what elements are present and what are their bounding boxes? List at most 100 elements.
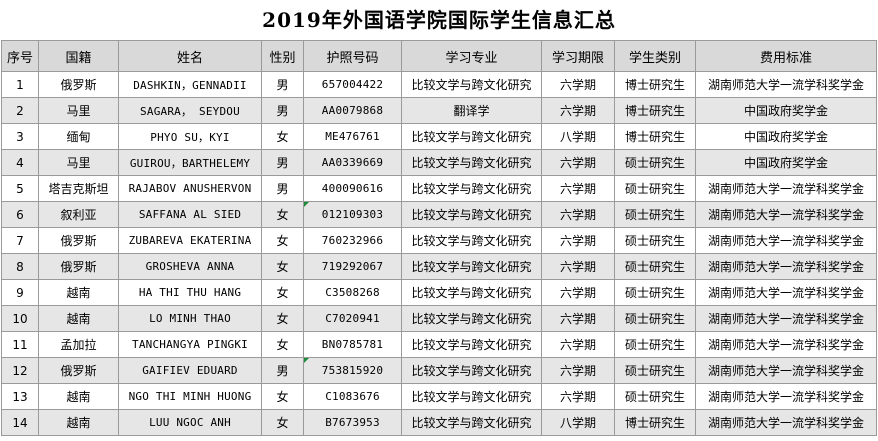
cell-major[interactable]: 比较文学与跨文化研究 <box>401 409 542 436</box>
cell-nationality[interactable]: 马里 <box>38 97 119 124</box>
cell-no[interactable]: 1 <box>1 71 39 98</box>
cell-fee[interactable]: 中国政府奖学金 <box>695 149 877 176</box>
cell-no[interactable]: 14 <box>1 409 39 436</box>
cell-fee[interactable]: 湖南师范大学一流学科奖学金 <box>695 305 877 332</box>
cell-passport[interactable]: 657004422 <box>303 71 402 98</box>
cell-passport[interactable]: B7673953 <box>303 409 402 436</box>
cell-term[interactable]: 六学期 <box>541 149 615 176</box>
cell-name[interactable]: LUU NGOC ANH <box>118 409 262 436</box>
cell-sex[interactable]: 女 <box>261 383 304 410</box>
cell-passport[interactable]: C1083676 <box>303 383 402 410</box>
cell-sex[interactable]: 女 <box>261 253 304 280</box>
header-no[interactable]: 序号 <box>1 40 39 72</box>
cell-student-type[interactable]: 硕士研究生 <box>614 253 696 280</box>
cell-student-type[interactable]: 硕士研究生 <box>614 279 696 306</box>
cell-no[interactable]: 12 <box>1 357 39 384</box>
cell-nationality[interactable]: 越南 <box>38 383 119 410</box>
cell-no[interactable]: 13 <box>1 383 39 410</box>
cell-fee[interactable]: 湖南师范大学一流学科奖学金 <box>695 201 877 228</box>
cell-student-type[interactable]: 硕士研究生 <box>614 383 696 410</box>
cell-nationality[interactable]: 缅甸 <box>38 123 119 150</box>
cell-term[interactable]: 六学期 <box>541 279 615 306</box>
cell-nationality[interactable]: 越南 <box>38 305 119 332</box>
cell-nationality[interactable]: 越南 <box>38 279 119 306</box>
cell-name[interactable]: GROSHEVA ANNA <box>118 253 262 280</box>
cell-no[interactable]: 8 <box>1 253 39 280</box>
cell-fee[interactable]: 湖南师范大学一流学科奖学金 <box>695 71 877 98</box>
cell-fee[interactable]: 湖南师范大学一流学科奖学金 <box>695 409 877 436</box>
cell-student-type[interactable]: 硕士研究生 <box>614 227 696 254</box>
cell-no[interactable]: 7 <box>1 227 39 254</box>
cell-nationality[interactable]: 俄罗斯 <box>38 357 119 384</box>
cell-name[interactable]: SAGARA， SEYDOU <box>118 97 262 124</box>
cell-name[interactable]: NGO THI MINH HUONG <box>118 383 262 410</box>
cell-no[interactable]: 5 <box>1 175 39 202</box>
cell-fee[interactable]: 湖南师范大学一流学科奖学金 <box>695 227 877 254</box>
cell-passport[interactable]: AA0339669 <box>303 149 402 176</box>
cell-name[interactable]: GAIFIEV EDUARD <box>118 357 262 384</box>
cell-name[interactable]: GUIROU，BARTHELEMY <box>118 149 262 176</box>
header-passport[interactable]: 护照号码 <box>303 40 402 72</box>
cell-sex[interactable]: 女 <box>261 331 304 358</box>
cell-student-type[interactable]: 硕士研究生 <box>614 305 696 332</box>
cell-term[interactable]: 六学期 <box>541 71 615 98</box>
cell-nationality[interactable]: 马里 <box>38 149 119 176</box>
header-fee[interactable]: 费用标准 <box>695 40 877 72</box>
cell-fee[interactable]: 湖南师范大学一流学科奖学金 <box>695 175 877 202</box>
cell-passport[interactable]: ME476761 <box>303 123 402 150</box>
cell-name[interactable]: TANCHANGYA PINGKI <box>118 331 262 358</box>
cell-term[interactable]: 八学期 <box>541 409 615 436</box>
cell-student-type[interactable]: 硕士研究生 <box>614 357 696 384</box>
cell-major[interactable]: 比较文学与跨文化研究 <box>401 123 542 150</box>
cell-name[interactable]: SAFFANA AL SIED <box>118 201 262 228</box>
cell-student-type[interactable]: 博士研究生 <box>614 123 696 150</box>
cell-fee[interactable]: 中国政府奖学金 <box>695 97 877 124</box>
cell-term[interactable]: 六学期 <box>541 97 615 124</box>
cell-no[interactable]: 3 <box>1 123 39 150</box>
cell-term[interactable]: 八学期 <box>541 123 615 150</box>
cell-sex[interactable]: 男 <box>261 357 304 384</box>
cell-major[interactable]: 比较文学与跨文化研究 <box>401 331 542 358</box>
cell-passport[interactable]: C7020941 <box>303 305 402 332</box>
cell-nationality[interactable]: 孟加拉 <box>38 331 119 358</box>
cell-fee[interactable]: 湖南师范大学一流学科奖学金 <box>695 279 877 306</box>
cell-passport[interactable]: BN0785781 <box>303 331 402 358</box>
cell-student-type[interactable]: 硕士研究生 <box>614 175 696 202</box>
cell-name[interactable]: LO MINH THAO <box>118 305 262 332</box>
cell-student-type[interactable]: 博士研究生 <box>614 409 696 436</box>
cell-sex[interactable]: 女 <box>261 201 304 228</box>
cell-name[interactable]: PHYO SU，KYI <box>118 123 262 150</box>
cell-student-type[interactable]: 硕士研究生 <box>614 201 696 228</box>
cell-passport[interactable]: 400090616 <box>303 175 402 202</box>
cell-nationality[interactable]: 叙利亚 <box>38 201 119 228</box>
cell-major[interactable]: 比较文学与跨文化研究 <box>401 71 542 98</box>
cell-passport[interactable]: 012109303 <box>303 201 402 228</box>
cell-fee[interactable]: 湖南师范大学一流学科奖学金 <box>695 331 877 358</box>
cell-fee[interactable]: 湖南师范大学一流学科奖学金 <box>695 357 877 384</box>
cell-term[interactable]: 六学期 <box>541 227 615 254</box>
cell-sex[interactable]: 男 <box>261 149 304 176</box>
cell-name[interactable]: RAJABOV ANUSHERVON <box>118 175 262 202</box>
header-name[interactable]: 姓名 <box>118 40 262 72</box>
cell-term[interactable]: 六学期 <box>541 331 615 358</box>
header-sex[interactable]: 性别 <box>261 40 304 72</box>
cell-term[interactable]: 六学期 <box>541 175 615 202</box>
cell-no[interactable]: 2 <box>1 97 39 124</box>
cell-sex[interactable]: 女 <box>261 123 304 150</box>
cell-no[interactable]: 10 <box>1 305 39 332</box>
cell-term[interactable]: 六学期 <box>541 357 615 384</box>
cell-nationality[interactable]: 俄罗斯 <box>38 227 119 254</box>
cell-term[interactable]: 六学期 <box>541 383 615 410</box>
cell-sex[interactable]: 女 <box>261 305 304 332</box>
cell-term[interactable]: 六学期 <box>541 253 615 280</box>
cell-no[interactable]: 11 <box>1 331 39 358</box>
cell-sex[interactable]: 男 <box>261 97 304 124</box>
cell-student-type[interactable]: 硕士研究生 <box>614 331 696 358</box>
cell-sex[interactable]: 女 <box>261 279 304 306</box>
header-student-type[interactable]: 学生类别 <box>614 40 696 72</box>
cell-major[interactable]: 比较文学与跨文化研究 <box>401 227 542 254</box>
cell-major[interactable]: 比较文学与跨文化研究 <box>401 175 542 202</box>
cell-passport[interactable]: 719292067 <box>303 253 402 280</box>
cell-major[interactable]: 比较文学与跨文化研究 <box>401 305 542 332</box>
cell-sex[interactable]: 女 <box>261 409 304 436</box>
